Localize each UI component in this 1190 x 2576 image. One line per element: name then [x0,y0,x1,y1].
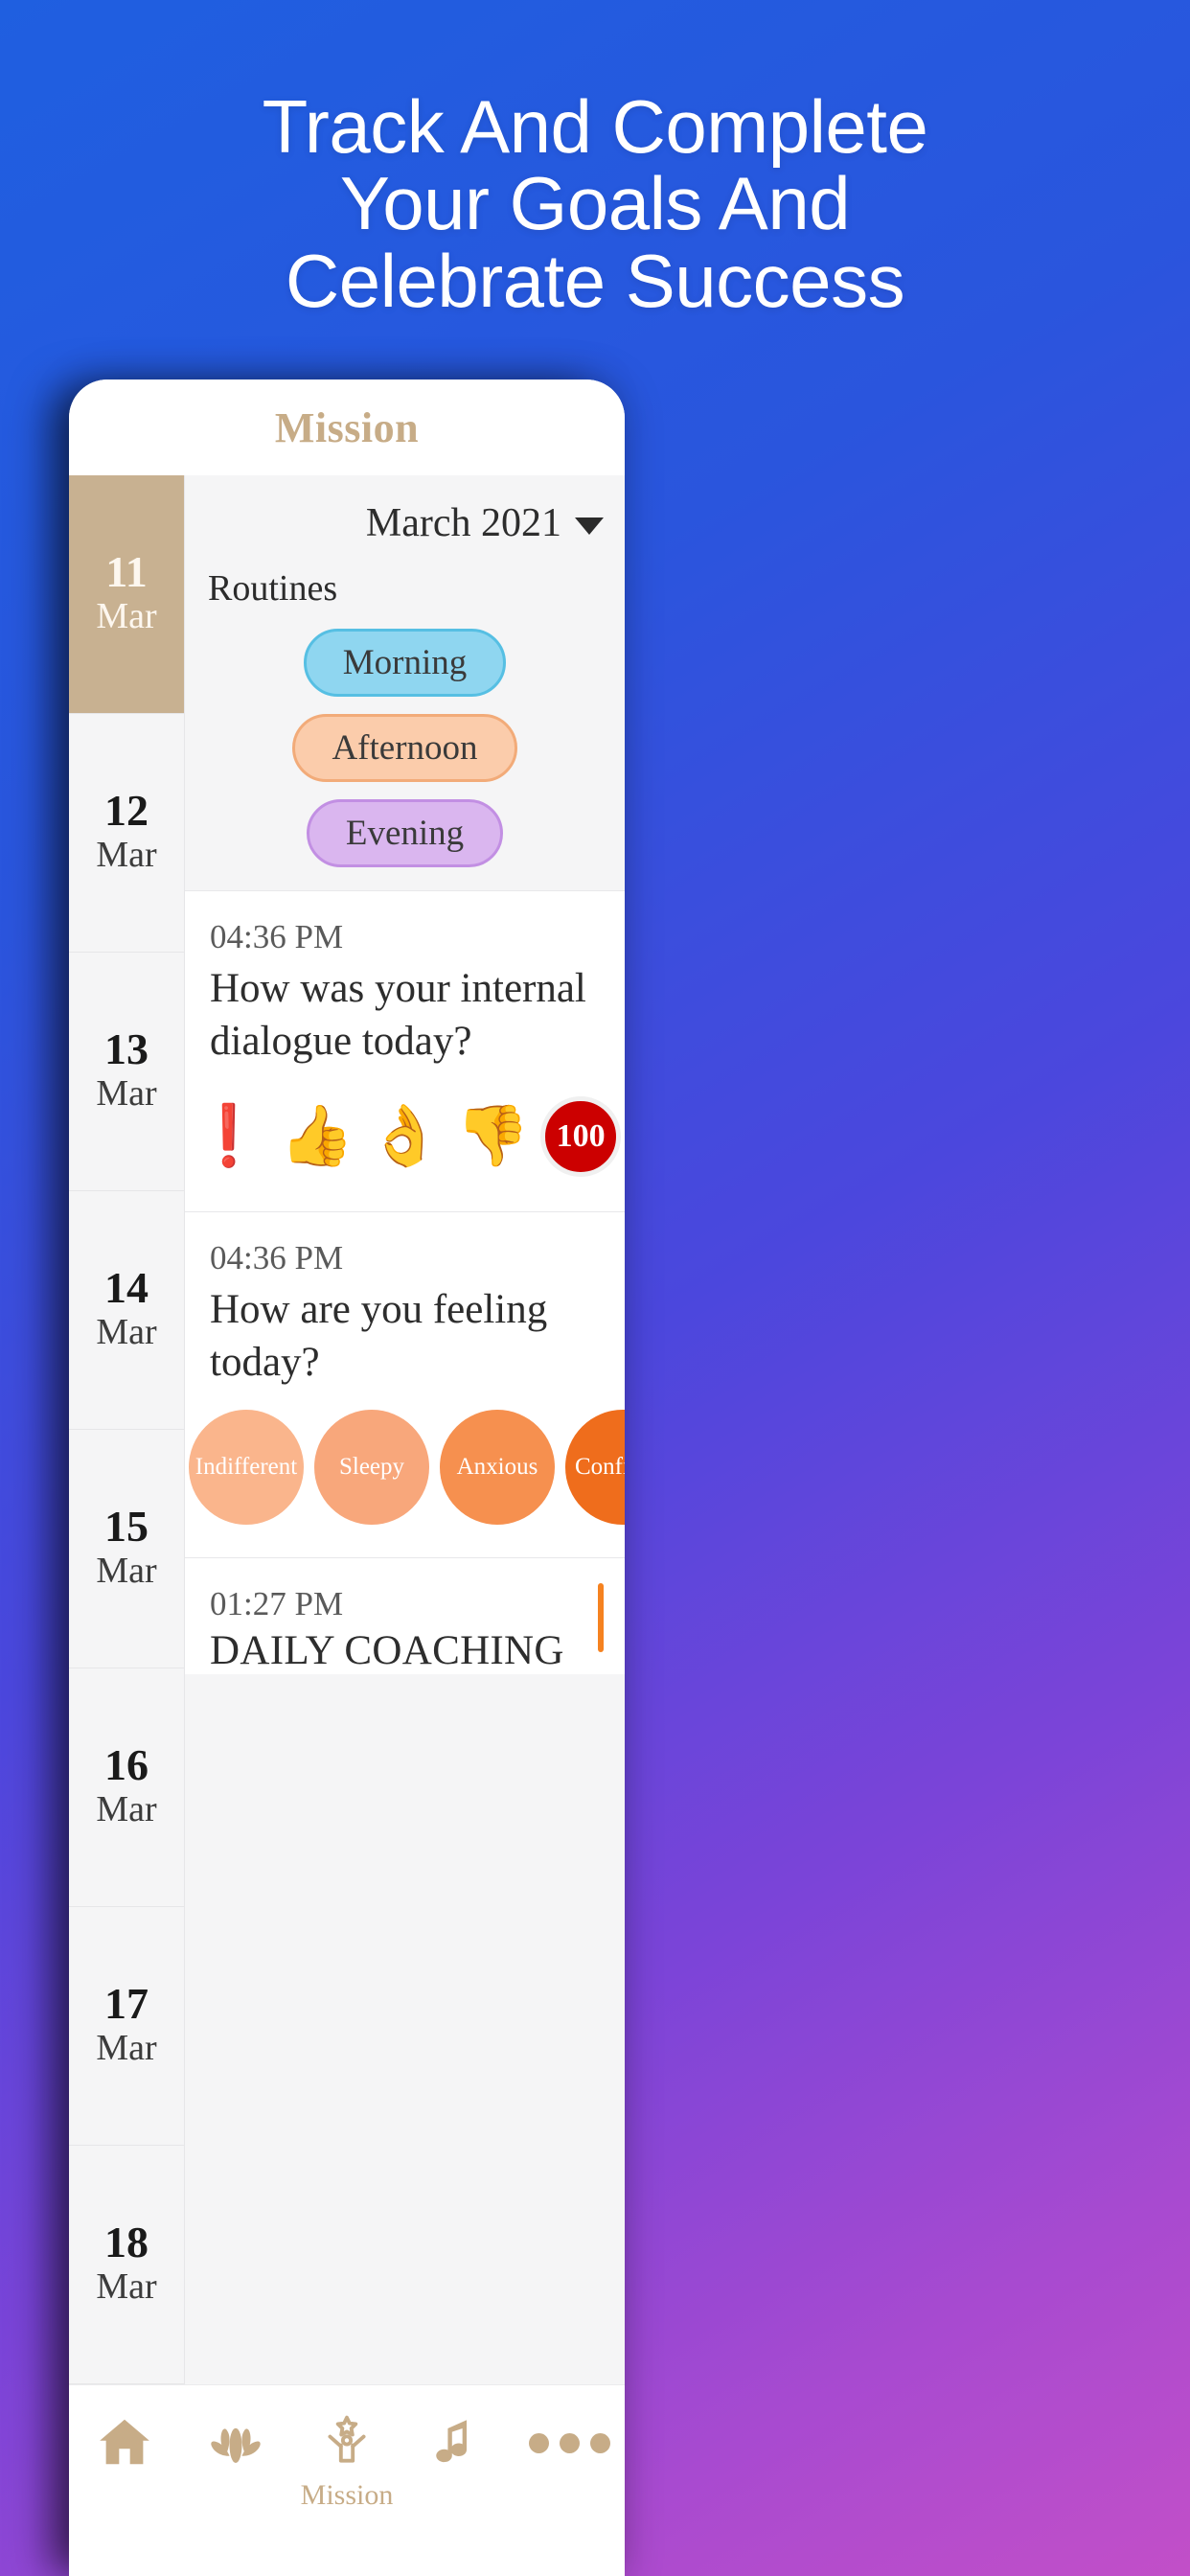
date-cell-16[interactable]: 16 Mar [69,1668,184,1907]
date-day: 14 [104,1263,149,1313]
entry-time: 01:27 PM [210,1585,344,1623]
date-month: Mar [96,1073,157,1115]
routine-pill-group: Morning Afternoon Evening [185,610,625,867]
thumbs-up-icon: 👍 [280,1104,355,1170]
date-cell-17[interactable]: 17 Mar [69,1907,184,2146]
mood-indifferent[interactable]: Indifferent [189,1410,304,1526]
status-badge: 100 [540,1096,622,1178]
thumbs-down-icon: 👎 [455,1104,530,1170]
routines-label: Routines [208,568,338,609]
reaction-thumbs-up[interactable]: 👍 [273,1107,361,1166]
ok-hand-icon: 👌 [367,1104,443,1170]
lotus-icon [204,2412,267,2472]
date-month: Mar [96,1551,157,1592]
nav-item-lotus[interactable] [180,2412,291,2479]
reaction-row: ❗ 👍 👌 👎 100 [185,1068,625,1211]
exclamation-mark-icon: ❗ [192,1104,266,1170]
mood-anxious[interactable]: Anxious [440,1410,555,1526]
reaction-exclamation-mark[interactable]: ❗ [185,1107,273,1166]
bottom-nav: Mission [69,2384,625,2576]
date-cell-11[interactable]: 11 Mar [69,475,184,714]
reaction-score[interactable]: 100 [537,1096,625,1178]
chevron-down-icon [575,518,604,535]
mood-sleepy[interactable]: Sleepy [314,1410,429,1526]
nav-label-mission: Mission [300,2479,394,2511]
month-picker[interactable]: March 2021 [185,500,625,546]
date-day: 13 [104,1024,149,1074]
entry-time: 04:36 PM [210,1239,344,1277]
content-column: March 2021 Routines Morning Afternoon Ev… [185,475,625,2384]
promo-headline: Track And Complete Your Goals And Celebr… [0,88,1190,319]
reaction-ok-hand[interactable]: 👌 [361,1107,449,1166]
music-note-icon [426,2412,490,2472]
accent-bar [598,1583,604,1653]
entry-question: How are you feeling today? [210,1287,548,1386]
mood-confident[interactable]: Confident [565,1410,625,1526]
home-icon [93,2412,156,2472]
app-bar: Mission [69,380,625,475]
entry-card-daily-coaching[interactable]: 01:27 PM DAILY COACHING [185,1557,625,1675]
date-day: 11 [105,547,148,597]
date-cell-18[interactable]: 18 Mar [69,2146,184,2384]
entry-question: How was your internal dialogue today? [210,966,586,1065]
date-day: 12 [104,786,149,836]
page-title: Mission [274,403,420,451]
nav-item-mission[interactable]: Mission [291,2412,402,2512]
routine-pill-morning[interactable]: Morning [303,629,507,697]
entry-card-feelings[interactable]: 04:36 PM How are you feeling today? Indi… [185,1211,625,1558]
date-rail[interactable]: 11 Mar 12 Mar 13 Mar 14 Mar 15 Mar 16 Ma… [69,475,185,2384]
routines-section: March 2021 Routines Morning Afternoon Ev… [185,475,625,890]
date-cell-15[interactable]: 15 Mar [69,1430,184,1668]
more-dots-icon [528,2433,610,2453]
reaction-thumbs-down[interactable]: 👎 [448,1107,537,1166]
date-day: 17 [104,1979,149,2029]
month-picker-label: March 2021 [365,501,561,545]
headline-line-1: Track And Complete [262,84,928,169]
date-cell-12[interactable]: 12 Mar [69,714,184,953]
date-month: Mar [96,835,157,876]
date-cell-14[interactable]: 14 Mar [69,1191,184,1430]
date-day: 15 [104,1502,149,1552]
app-body: 11 Mar 12 Mar 13 Mar 14 Mar 15 Mar 16 Ma… [69,475,625,2384]
headline-line-3: Celebrate Success [285,238,905,323]
date-month: Mar [96,2028,157,2069]
entry-time: 04:36 PM [210,918,344,955]
date-month: Mar [96,2266,157,2308]
nav-item-home[interactable] [69,2412,180,2479]
date-month: Mar [96,596,157,637]
nav-item-music[interactable] [402,2412,514,2479]
date-day: 16 [104,1740,149,1790]
phone-mockup: Mission 11 Mar 12 Mar 13 Mar 14 Mar 15 M… [69,380,625,2576]
mood-row[interactable]: Indifferent Sleepy Anxious Confident Hap… [189,1389,625,1557]
date-day: 18 [104,2218,149,2267]
mission-icon [315,2412,378,2472]
nav-item-more[interactable] [514,2412,625,2461]
date-month: Mar [96,1789,157,1830]
date-cell-13[interactable]: 13 Mar [69,953,184,1191]
routine-pill-evening[interactable]: Evening [306,799,504,867]
headline-line-2: Your Goals And [339,161,851,246]
entry-title: DAILY COACHING [210,1628,564,1674]
routine-pill-afternoon[interactable]: Afternoon [292,714,517,782]
date-month: Mar [96,1312,157,1353]
entry-card-internal-dialogue[interactable]: 04:36 PM How was your internal dialogue … [185,890,625,1212]
